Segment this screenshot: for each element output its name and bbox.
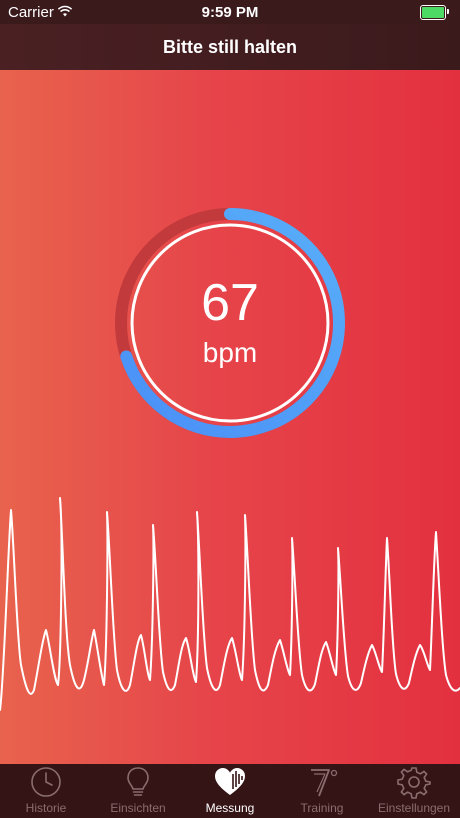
heart-rate-value: 67 <box>201 274 259 332</box>
heart-rate-unit: bpm <box>202 337 258 368</box>
tab-einsichten[interactable]: Einsichten <box>92 764 184 818</box>
tab-label: Einsichten <box>110 801 166 815</box>
battery-level <box>422 7 444 18</box>
heart-icon <box>215 768 245 795</box>
tab-label: Historie <box>25 801 67 815</box>
tab-historie[interactable]: Historie <box>0 764 92 818</box>
gear-icon <box>397 767 431 799</box>
clock-label: 9:59 PM <box>201 4 259 21</box>
lightbulb-icon <box>127 767 149 796</box>
pulse-waveform <box>0 497 460 711</box>
heart-rate-readout: 67 bpm <box>110 203 350 443</box>
measurement-area: 67 bpm <box>0 70 460 764</box>
tab-label: Einstellungen <box>377 801 451 815</box>
tab-training[interactable]: Training <box>276 764 368 818</box>
tab-messung[interactable]: Messung <box>184 764 276 818</box>
page-title: Bitte still halten <box>162 36 297 57</box>
seven-icon <box>311 769 338 797</box>
tab-bar: Historie Einsichten Messung Training Ein… <box>0 764 460 818</box>
tab-label: Training <box>300 801 344 815</box>
tab-einstellungen[interactable]: Einstellungen <box>368 764 460 818</box>
navigation-bar: Bitte still halten <box>0 24 460 70</box>
status-bar: Carrier 9:59 PM <box>0 0 460 24</box>
clock-icon <box>31 767 61 797</box>
tab-label: Messung <box>205 801 255 815</box>
battery-icon <box>420 5 449 20</box>
